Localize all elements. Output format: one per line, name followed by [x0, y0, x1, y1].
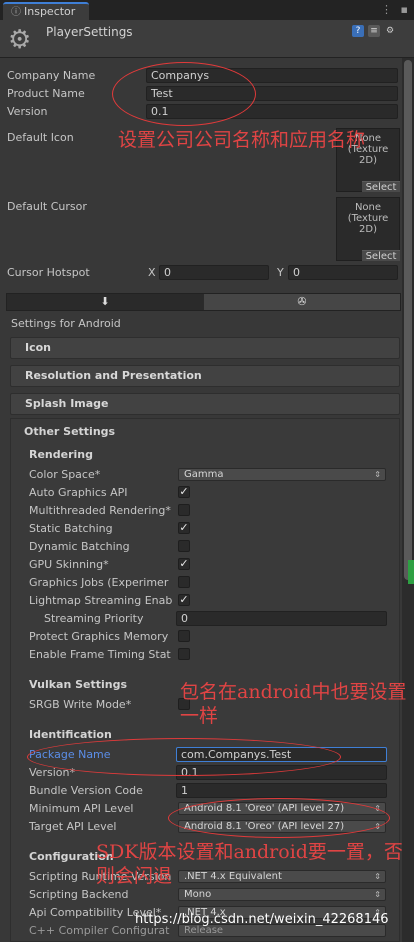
annotation-ellipse-company	[112, 62, 256, 126]
color-space-dropdown[interactable]: Gamma ⇕	[178, 468, 386, 481]
identification-header: Identification	[29, 728, 112, 741]
cursor-hotspot-label: Cursor Hotspot	[7, 266, 90, 279]
bundle-code-field[interactable]: 1	[176, 783, 387, 798]
srgb-label: SRGB Write Mode*	[29, 698, 132, 711]
gear-icon: ⚙	[8, 25, 32, 55]
inspector-header: ⚙ PlayerSettings ? ≡ ⚙	[0, 20, 414, 58]
annotation-company-note: 设置公司公司名称和应用名称	[118, 129, 366, 151]
bundle-code-label: Bundle Version Code	[29, 784, 143, 797]
static-batching-checkbox[interactable]: ✓	[178, 522, 190, 534]
hotspot-y-label: Y	[277, 266, 284, 279]
tab-standalone[interactable]: ⬇	[7, 294, 203, 310]
lightmap-streaming-checkbox[interactable]: ✓	[178, 594, 190, 606]
android-icon: ✇	[297, 295, 307, 308]
info-icon: ⓘ	[11, 7, 21, 18]
settings-for-label: Settings for Android	[11, 317, 121, 330]
color-space-label: Color Space*	[29, 468, 101, 481]
company-name-label: Company Name	[7, 69, 96, 82]
lock-icon[interactable]: ▪	[401, 3, 408, 16]
tab-android[interactable]: ✇	[204, 294, 400, 310]
default-cursor-type: (Texture 2D)	[347, 213, 389, 235]
section-splash-image[interactable]: Splash Image	[10, 393, 400, 415]
window-menu-icon[interactable]: ⋮	[381, 3, 392, 16]
color-space-value: Gamma	[184, 469, 224, 480]
default-cursor-value: None	[354, 202, 382, 213]
auto-graphics-api-checkbox[interactable]: ✓	[178, 486, 190, 498]
scrollbar[interactable]	[402, 58, 414, 942]
frame-timing-checkbox[interactable]	[178, 648, 190, 660]
auto-graphics-api-label: Auto Graphics API	[29, 486, 128, 499]
version-label: Version	[7, 105, 48, 118]
tab-inspector[interactable]: ⓘ Inspector	[3, 2, 89, 20]
dropdown-arrow-icon: ⇕	[374, 470, 381, 479]
default-icon-label: Default Icon	[7, 131, 74, 144]
gpu-skinning-label: GPU Skinning*	[29, 558, 109, 571]
target-api-label: Target API Level	[29, 820, 117, 833]
rendering-header: Rendering	[29, 448, 93, 461]
dropdown-arrow-icon: ⇕	[374, 890, 381, 899]
hotspot-x-label: X	[148, 266, 156, 279]
annotation-sdk-note: SDK版本设置和android要一置，否则会闪退	[96, 841, 403, 887]
section-other-settings[interactable]: Other Settings	[24, 425, 115, 438]
multithreaded-label: Multithreaded Rendering*	[29, 504, 171, 517]
default-cursor-label: Default Cursor	[7, 200, 87, 213]
protect-graphics-checkbox[interactable]	[178, 630, 190, 642]
annotation-package-note: 包名在android中也要设置一样	[180, 681, 407, 727]
page-title: PlayerSettings	[46, 25, 133, 39]
default-cursor-select-button[interactable]: Select	[362, 250, 400, 262]
tab-bar: ⓘ Inspector ⋮ ▪	[0, 0, 414, 20]
section-resolution[interactable]: Resolution and Presentation	[10, 365, 400, 387]
scripting-backend-value: Mono	[184, 889, 212, 900]
product-name-label: Product Name	[7, 87, 85, 100]
protect-graphics-label: Protect Graphics Memory	[29, 630, 169, 643]
lightmap-streaming-label: Lightmap Streaming Enab	[29, 594, 173, 607]
preset-icon[interactable]: ≡	[368, 25, 380, 37]
settings-gear-icon[interactable]: ⚙	[384, 25, 396, 37]
scripting-backend-dropdown[interactable]: Mono ⇕	[178, 888, 386, 901]
dynamic-batching-label: Dynamic Batching	[29, 540, 130, 553]
hotspot-y-field[interactable]: 0	[288, 265, 398, 280]
hotspot-x-field[interactable]: 0	[159, 265, 269, 280]
help-icon[interactable]: ?	[352, 25, 364, 37]
annotation-ellipse-package	[27, 738, 341, 776]
download-icon: ⬇	[100, 295, 110, 308]
multithreaded-checkbox[interactable]	[178, 504, 190, 516]
min-api-label: Minimum API Level	[29, 802, 134, 815]
graphics-jobs-label: Graphics Jobs (Experimer	[29, 576, 169, 589]
streaming-priority-field[interactable]: 0	[176, 611, 387, 626]
vulkan-header: Vulkan Settings	[29, 678, 128, 691]
annotation-ellipse-api	[168, 798, 390, 838]
side-indicator	[408, 560, 414, 584]
scripting-backend-label: Scripting Backend	[29, 888, 129, 901]
streaming-priority-label: Streaming Priority	[44, 612, 144, 625]
section-icon[interactable]: Icon	[10, 337, 400, 359]
dynamic-batching-checkbox[interactable]	[178, 540, 190, 552]
default-icon-select-button[interactable]: Select	[362, 181, 400, 193]
static-batching-label: Static Batching	[29, 522, 113, 535]
graphics-jobs-checkbox[interactable]	[178, 576, 190, 588]
gpu-skinning-checkbox[interactable]: ✓	[178, 558, 190, 570]
platform-tabs: ⬇ ✇	[6, 293, 401, 311]
watermark: https://blog.csdn.net/weixin_42268146	[135, 912, 389, 927]
frame-timing-label: Enable Frame Timing Stat	[29, 648, 171, 661]
